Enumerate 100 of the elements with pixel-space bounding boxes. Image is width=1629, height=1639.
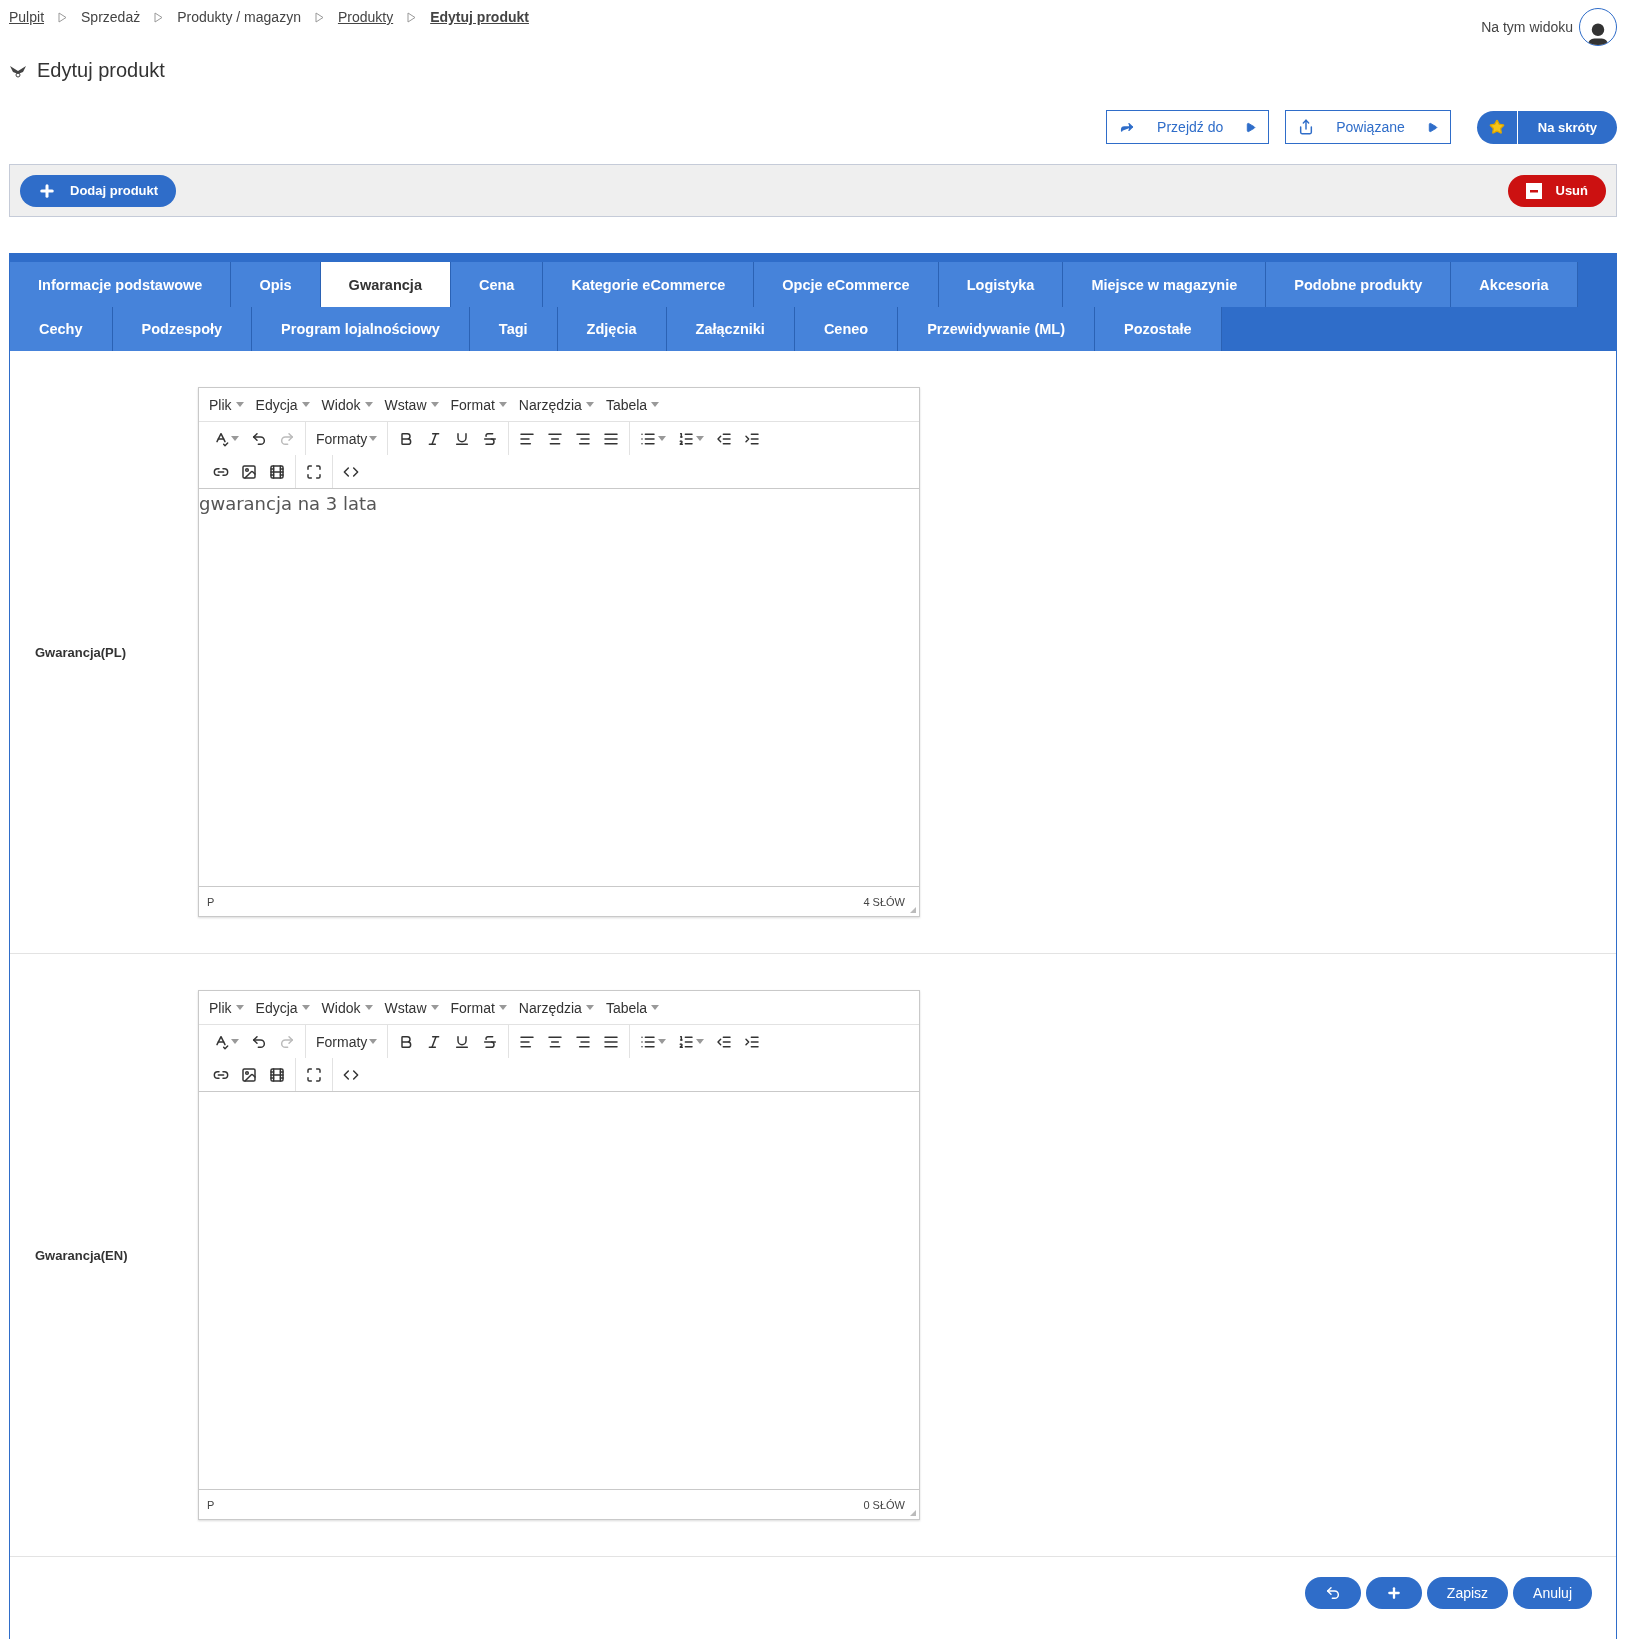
caret-icon — [301, 402, 310, 407]
caret-icon — [696, 436, 705, 441]
caret-icon — [301, 1005, 310, 1010]
menu-item[interactable]: Plik — [203, 999, 250, 1016]
action-button[interactable]: Anuluj — [1513, 1577, 1592, 1609]
caret-icon — [1245, 121, 1257, 133]
spellcheck-icon — [213, 430, 229, 447]
tab[interactable]: Opcje eCommerce — [754, 262, 939, 307]
tab[interactable]: Cena — [450, 262, 544, 307]
resize-grip-icon[interactable] — [909, 906, 917, 914]
separator-icon — [58, 11, 68, 23]
menu-item[interactable]: Narzędzia — [512, 999, 600, 1016]
caret-icon — [658, 1039, 667, 1044]
menu-item[interactable]: Narzędzia — [512, 396, 600, 413]
field-label: Gwarancja(EN) — [34, 1247, 129, 1263]
tab[interactable]: Przewidywanie (ML) — [898, 307, 1095, 351]
tab[interactable]: Program lojalnościowy — [252, 307, 470, 351]
plus-icon — [38, 181, 56, 200]
tab[interactable]: Gwarancja — [320, 262, 451, 307]
breadcrumb-link[interactable]: Pulpit — [9, 9, 45, 25]
caret-icon — [430, 1005, 439, 1010]
video-icon — [269, 1066, 285, 1083]
separator-icon — [314, 11, 324, 23]
fullscreen-icon — [306, 463, 322, 480]
caret-icon — [364, 402, 373, 407]
menu-item[interactable]: Widok — [315, 396, 379, 413]
redo-icon — [279, 430, 295, 447]
underline-icon — [454, 430, 471, 447]
tab[interactable]: Miejsce w magazynie — [1063, 262, 1267, 307]
breadcrumb-link[interactable]: Sprzedaż — [81, 9, 141, 25]
tab[interactable]: Opis — [231, 262, 321, 307]
caret-icon — [231, 436, 239, 441]
caret-icon — [498, 402, 507, 407]
separator-icon — [407, 11, 417, 23]
page-title: Edytuj produkt — [37, 58, 165, 82]
video-icon — [269, 463, 285, 480]
caret-icon — [235, 402, 244, 407]
view-label: Na tym widoku — [1481, 19, 1573, 35]
caret-icon — [430, 402, 439, 407]
formats-dropdown[interactable]: Formaty — [310, 1029, 384, 1054]
caret-icon — [696, 1039, 705, 1044]
caret-icon — [651, 402, 660, 407]
caret-icon — [235, 1005, 244, 1010]
tab[interactable]: Tagi — [469, 307, 558, 351]
word-count: 4 SŁÓW — [863, 895, 905, 908]
breadcrumb-link[interactable]: Produkty — [337, 9, 394, 25]
menu-item[interactable]: Wstaw — [378, 999, 445, 1016]
breadcrumb-link[interactable]: Produkty / magazyn — [177, 9, 301, 25]
editor-text-area[interactable]: gwarancja na 3 lata — [199, 488, 919, 887]
tab[interactable]: Ceneo — [794, 307, 899, 351]
underline-icon — [454, 1033, 471, 1050]
menu-item[interactable]: Plik — [203, 396, 250, 413]
tab[interactable]: Podobne produkty — [1266, 262, 1452, 307]
return-icon — [1324, 1585, 1341, 1601]
tab[interactable]: Kategorie eCommerce — [543, 262, 755, 307]
menu-item[interactable]: Widok — [315, 999, 379, 1016]
add-product-button[interactable]: Dodaj produkt — [20, 174, 177, 207]
tab[interactable]: Logistyka — [938, 262, 1064, 307]
fullscreen-icon — [306, 1066, 322, 1083]
image-icon — [241, 463, 257, 480]
tab[interactable]: Informacje podstawowe — [10, 262, 232, 307]
undo-icon — [251, 430, 267, 447]
menu-item[interactable]: Edycja — [249, 999, 316, 1016]
redo-icon — [279, 1033, 295, 1050]
menu-item[interactable]: Edycja — [249, 396, 316, 413]
formats-dropdown[interactable]: Formaty — [310, 426, 384, 451]
caret-icon — [651, 1005, 660, 1010]
menu-item[interactable]: Format — [444, 396, 513, 413]
tab[interactable]: Akcesoria — [1451, 262, 1578, 307]
add-button[interactable] — [1365, 1577, 1422, 1609]
breadcrumb-link[interactable]: Edytuj produkt — [430, 9, 529, 25]
restore-button[interactable] — [1304, 1577, 1361, 1609]
numbered-list-icon — [678, 430, 695, 447]
delete-button[interactable]: Usuń — [1507, 174, 1606, 207]
caret-icon — [585, 1005, 594, 1010]
tab[interactable]: Cechy — [10, 307, 113, 351]
menu-item[interactable]: Tabela — [599, 396, 666, 413]
star-icon — [1488, 119, 1505, 135]
action-button[interactable]: Zapisz — [1426, 1577, 1509, 1609]
caret-icon — [364, 1005, 373, 1010]
dropdown-button[interactable]: Powiązane — [1285, 110, 1451, 144]
menu-item[interactable]: Tabela — [599, 999, 666, 1016]
tab[interactable]: Podzespoły — [112, 307, 253, 351]
menu-item[interactable]: Format — [444, 999, 513, 1016]
numbered-list-icon — [678, 1033, 695, 1050]
shortcuts-button[interactable]: Na skróty — [1476, 110, 1617, 144]
tab[interactable]: Pozostałe — [1095, 307, 1222, 351]
caret-icon — [369, 1039, 378, 1044]
menu-item[interactable]: Wstaw — [378, 396, 445, 413]
caret-icon — [498, 1005, 507, 1010]
resize-grip-icon[interactable] — [909, 1509, 917, 1517]
tab[interactable]: Załączniki — [666, 307, 795, 351]
caret-icon — [658, 436, 667, 441]
caret-icon — [231, 1039, 239, 1044]
tab[interactable]: Zdjęcia — [557, 307, 667, 351]
minus-icon — [1525, 182, 1542, 199]
dropdown-button[interactable]: Przejdź do — [1106, 110, 1270, 144]
caret-icon — [585, 402, 594, 407]
image-icon — [241, 1066, 257, 1083]
field-label: Gwarancja(PL) — [34, 644, 128, 660]
